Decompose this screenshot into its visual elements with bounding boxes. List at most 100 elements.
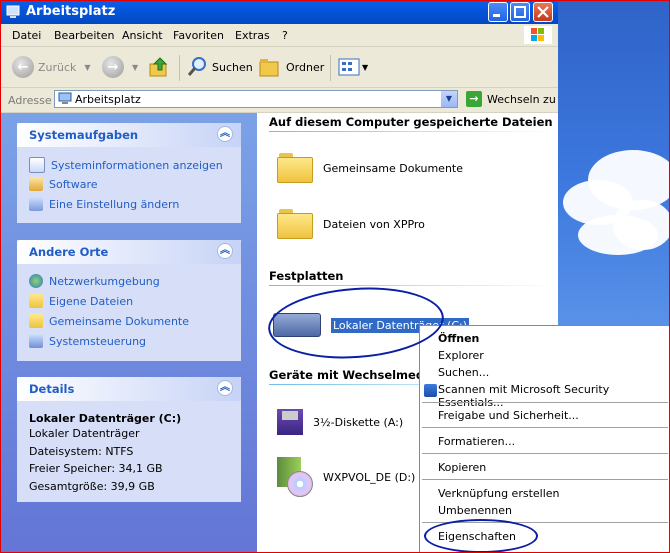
system-tasks-header[interactable]: Systemaufgaben ︽ — [17, 123, 241, 147]
floppy-drive-icon — [277, 409, 303, 435]
minimize-icon — [493, 14, 500, 17]
forward-dropdown-icon[interactable]: ▼ — [132, 63, 138, 72]
my-documents-link[interactable]: Eigene Dateien — [29, 294, 133, 308]
menu-search[interactable]: Suchen... — [438, 366, 489, 379]
search-label: Suchen — [212, 60, 253, 74]
menu-separator — [422, 427, 668, 428]
menu-tools[interactable]: Extras — [235, 29, 270, 42]
menu-format[interactable]: Formatieren... — [438, 435, 515, 448]
search-button[interactable]: Suchen — [186, 56, 253, 78]
details-name: Lokaler Datenträger (C:) — [29, 412, 182, 425]
menu-help[interactable]: ? — [282, 29, 288, 42]
other-places-panel: Andere Orte ︽ Netzwerkumgebung Eigene Da… — [17, 240, 241, 361]
address-value: Arbeitsplatz — [75, 93, 141, 106]
settings-icon — [29, 197, 43, 211]
menu-explorer[interactable]: Explorer — [438, 349, 484, 362]
system-tasks-title: Systemaufgaben — [29, 128, 139, 142]
system-tasks-panel: Systemaufgaben ︽ Systeminformationen anz… — [17, 123, 241, 223]
address-dropdown-button[interactable]: ▼ — [441, 91, 457, 107]
go-arrow-icon: → — [466, 91, 482, 107]
collapse-icon[interactable]: ︽ — [217, 380, 233, 396]
address-input[interactable]: Arbeitsplatz ▼ — [54, 90, 458, 108]
window-title: Arbeitsplatz — [26, 4, 116, 19]
folder-icon — [277, 209, 313, 239]
system-info-label: Systeminformationen anzeigen — [51, 158, 223, 172]
control-panel-link[interactable]: Systemsteuerung — [29, 334, 146, 348]
windows-logo-icon — [524, 26, 552, 44]
shared-documents-label: Gemeinsame Dokumente — [49, 314, 189, 328]
computer-icon — [58, 92, 72, 104]
collapse-icon[interactable]: ︽ — [217, 243, 233, 259]
folder-item[interactable]: Gemeinsame Dokumente — [277, 153, 463, 183]
hard-drive-icon — [273, 313, 321, 337]
folders-icon — [259, 59, 279, 77]
folder-label: Gemeinsame Dokumente — [323, 161, 463, 175]
other-places-header[interactable]: Andere Orte ︽ — [17, 240, 241, 264]
title-bar[interactable]: Arbeitsplatz — [0, 0, 558, 24]
floppy-item[interactable]: 3½-Diskette (A:) — [267, 409, 403, 435]
forward-arrow-icon: → — [102, 56, 124, 78]
go-label: Wechseln zu — [487, 92, 556, 106]
maximize-icon — [514, 6, 526, 18]
search-icon — [187, 57, 206, 76]
cloud — [578, 215, 658, 255]
menu-separator — [422, 453, 668, 454]
change-setting-link[interactable]: Eine Einstellung ändern — [29, 197, 179, 211]
up-folder-button[interactable] — [148, 56, 172, 78]
details-panel: Details ︽ Lokaler Datenträger (C:) Lokal… — [17, 377, 241, 502]
close-icon — [537, 6, 549, 18]
folder-label: Dateien von XPPro — [323, 217, 425, 231]
folder-item[interactable]: Dateien von XPPro — [277, 209, 425, 239]
system-info-icon — [29, 157, 45, 173]
back-dropdown-icon[interactable]: ▼ — [84, 63, 90, 72]
details-free-space: Freier Speicher: 34,1 GB — [29, 462, 163, 475]
views-button[interactable]: ▼ — [338, 56, 368, 78]
software-link[interactable]: Software — [29, 177, 98, 191]
address-label: Adresse — [8, 94, 52, 107]
network-link[interactable]: Netzwerkumgebung — [29, 274, 160, 288]
menu-scan[interactable]: Scannen mit Microsoft Security Essential… — [438, 383, 670, 409]
cd-drive-icon — [273, 457, 313, 497]
folders-button[interactable]: Ordner — [258, 56, 324, 78]
go-button[interactable]: → Wechseln zu — [466, 91, 556, 107]
cd-drive-label: WXPVOL_DE (D:) — [323, 470, 416, 484]
menu-edit[interactable]: Bearbeiten — [54, 29, 114, 42]
views-dropdown-icon: ▼ — [362, 62, 369, 72]
menu-sharing[interactable]: Freigabe und Sicherheit... — [438, 409, 579, 422]
back-button[interactable]: ← Zurück ▼ — [12, 56, 91, 78]
network-icon — [29, 274, 43, 288]
forward-button[interactable]: → ▼ — [102, 56, 138, 78]
context-menu: Öffnen Explorer Suchen... Scannen mit Mi… — [419, 325, 670, 553]
menu-view[interactable]: Ansicht — [122, 29, 163, 42]
menu-file[interactable]: Datei — [12, 29, 41, 42]
details-header[interactable]: Details ︽ — [17, 377, 241, 401]
views-icon — [338, 58, 360, 76]
drives-heading: Festplatten — [269, 269, 344, 283]
shared-documents-link[interactable]: Gemeinsame Dokumente — [29, 314, 189, 328]
menu-rename[interactable]: Umbenennen — [438, 504, 512, 517]
menu-favorites[interactable]: Favoriten — [173, 29, 224, 42]
network-label: Netzwerkumgebung — [49, 274, 160, 288]
collapse-icon[interactable]: ︽ — [217, 126, 233, 142]
menu-separator — [422, 402, 668, 403]
minimize-button[interactable] — [488, 2, 508, 22]
menu-create-shortcut[interactable]: Verknüpfung erstellen — [438, 487, 560, 500]
control-panel-icon — [29, 334, 43, 348]
maximize-button[interactable] — [510, 2, 530, 22]
back-label: Zurück — [38, 60, 77, 74]
security-essentials-icon — [424, 384, 437, 397]
system-info-link[interactable]: Systeminformationen anzeigen — [29, 157, 223, 173]
address-bar: Adresse Arbeitsplatz ▼ → Wechseln zu — [0, 88, 558, 113]
menu-properties[interactable]: Eigenschaften — [438, 530, 516, 543]
close-button[interactable] — [533, 2, 553, 22]
stored-files-heading: Auf diesem Computer gespeicherte Dateien — [269, 115, 553, 129]
cd-drive-item[interactable]: WXPVOL_DE (D:) — [273, 457, 415, 497]
folders-label: Ordner — [286, 60, 325, 74]
menu-separator — [422, 522, 668, 523]
menu-open[interactable]: Öffnen — [438, 332, 479, 345]
menu-copy[interactable]: Kopieren — [438, 461, 486, 474]
folder-icon — [277, 153, 313, 183]
section-divider — [269, 131, 555, 132]
toolbar: ← Zurück ▼ → ▼ Suchen Ordner ▼ — [0, 47, 558, 88]
menu-bar: Datei Bearbeiten Ansicht Favoriten Extra… — [0, 24, 558, 47]
